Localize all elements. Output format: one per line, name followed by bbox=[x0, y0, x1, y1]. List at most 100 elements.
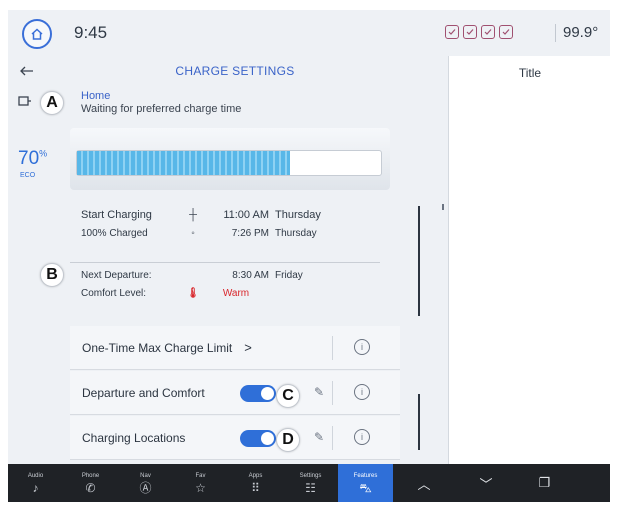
scroll-up-button[interactable]: ︿ bbox=[393, 464, 455, 502]
info-divider bbox=[332, 381, 333, 405]
clock: 9:45 bbox=[74, 23, 108, 42]
status-check-icon bbox=[481, 25, 495, 39]
star-icon: ☆ bbox=[195, 480, 206, 495]
compass-icon: Ⓐ bbox=[139, 480, 152, 495]
screen-toggle-button[interactable]: ❐ bbox=[517, 464, 572, 502]
back-button[interactable] bbox=[20, 63, 34, 81]
nav-audio[interactable]: Audio ♪ bbox=[8, 464, 63, 502]
bottom-nav: Audio ♪ Phone ✆ Nav Ⓐ Fav ☆ Apps ⠿ Setti… bbox=[8, 464, 610, 502]
charge-location: Home Waiting for preferred charge time bbox=[81, 90, 241, 115]
copy-screen-icon: ❐ bbox=[538, 475, 551, 490]
charging-locations-item[interactable]: Charging Locations ✎ i bbox=[70, 416, 400, 460]
edit-pencil-icon[interactable]: ✎ bbox=[314, 385, 324, 399]
scroll-down-button[interactable]: ﹀ bbox=[455, 464, 517, 502]
nav-apps[interactable]: Apps ⠿ bbox=[228, 464, 283, 502]
comfort-level-row: Comfort Level: 🌡︎ Warm bbox=[81, 284, 381, 302]
status-check-icon bbox=[445, 25, 459, 39]
full-charge-label: 100% Charged bbox=[81, 227, 148, 239]
charge-level-bar bbox=[76, 150, 382, 176]
status-icons bbox=[445, 25, 513, 39]
charge-settings-panel: CHARGE SETTINGS Home Waiting for preferr… bbox=[70, 56, 448, 464]
schedule-divider bbox=[70, 262, 380, 263]
departure-comfort-item[interactable]: Departure and Comfort ✎ i bbox=[70, 371, 400, 415]
battery-percentage-value: 70 bbox=[18, 148, 40, 169]
full-charge-row: 100% Charged ◦ 7:26 PM Thursday bbox=[81, 224, 381, 242]
music-note-icon: ♪ bbox=[32, 480, 39, 495]
charge-level-fill bbox=[77, 151, 290, 175]
callout-marker-c: C bbox=[276, 384, 300, 408]
phone-icon: ✆ bbox=[85, 480, 96, 495]
back-arrow-icon bbox=[20, 66, 33, 76]
home-icon bbox=[31, 28, 43, 40]
status-bar: 9:45 99.9° bbox=[8, 10, 610, 56]
charge-status-text: Waiting for preferred charge time bbox=[81, 103, 242, 115]
start-charging-day: Thursday bbox=[275, 209, 321, 221]
charging-locations-label: Charging Locations bbox=[82, 430, 186, 445]
comfort-level-label: Comfort Level: bbox=[81, 287, 147, 299]
right-panel: Title bbox=[448, 56, 610, 464]
scrollbar-segment[interactable] bbox=[418, 206, 420, 316]
nav-fav[interactable]: Fav ☆ bbox=[173, 464, 228, 502]
chevron-down-icon: ﹀ bbox=[479, 476, 493, 492]
info-icon[interactable]: i bbox=[354, 339, 370, 355]
charging-locations-toggle[interactable] bbox=[240, 430, 276, 447]
battery-percentage-unit: % bbox=[39, 148, 48, 159]
nav-phone-label: Phone bbox=[81, 472, 100, 479]
departure-comfort-label: Departure and Comfort bbox=[82, 385, 205, 400]
start-charging-row: Start Charging ┼ 11:00 AM Thursday bbox=[81, 206, 381, 224]
chevron-up-icon: ︿ bbox=[417, 476, 431, 492]
home-button[interactable] bbox=[22, 19, 52, 49]
timeline-tick-icon: ┼ bbox=[189, 209, 197, 221]
panel-handle[interactable] bbox=[442, 204, 444, 210]
start-charging-label: Start Charging bbox=[81, 209, 152, 221]
info-icon[interactable]: i bbox=[354, 429, 370, 445]
nav-features-label: Features bbox=[353, 472, 378, 479]
right-panel-title: Title bbox=[518, 66, 542, 80]
battery-percentage: 70% bbox=[18, 148, 47, 170]
comfort-level-value: Warm bbox=[222, 287, 250, 299]
edit-pencil-icon[interactable]: ✎ bbox=[314, 430, 324, 444]
charge-level-card bbox=[70, 128, 390, 190]
nav-settings[interactable]: Settings ☷ bbox=[283, 464, 338, 502]
departure-comfort-toggle[interactable] bbox=[240, 385, 276, 402]
settings-list: One-Time Max Charge Limit > i Departure … bbox=[70, 326, 400, 461]
nav-apps-label: Apps bbox=[248, 472, 263, 479]
car-icon: ⛍ bbox=[359, 480, 372, 495]
max-charge-limit-label: One-Time Max Charge Limit bbox=[82, 340, 233, 355]
next-departure-time: 8:30 AM bbox=[232, 269, 269, 281]
apps-grid-icon: ⠿ bbox=[251, 480, 260, 495]
status-divider bbox=[555, 24, 556, 42]
charge-schedule: Start Charging ┼ 11:00 AM Thursday 100% … bbox=[81, 206, 381, 242]
nav-fav-label: Fav bbox=[195, 472, 206, 479]
outside-temperature: 99.9° bbox=[563, 24, 599, 41]
page-title: CHARGE SETTINGS bbox=[175, 64, 295, 78]
next-departure-row: Next Departure: 8:30 AM Friday bbox=[81, 266, 381, 284]
full-charge-day: Thursday bbox=[275, 227, 317, 239]
max-charge-limit-item[interactable]: One-Time Max Charge Limit > i bbox=[70, 326, 400, 370]
info-divider bbox=[332, 426, 333, 450]
next-departure-day: Friday bbox=[275, 269, 303, 281]
scrollbar[interactable] bbox=[418, 206, 420, 452]
charge-plug-icon bbox=[18, 94, 32, 112]
nav-audio-label: Audio bbox=[27, 472, 44, 479]
nav-nav[interactable]: Nav Ⓐ bbox=[118, 464, 173, 502]
status-check-icon bbox=[463, 25, 477, 39]
left-strip: 70% ECO bbox=[8, 56, 70, 464]
battery-mode-label: ECO bbox=[20, 172, 36, 179]
info-icon[interactable]: i bbox=[354, 384, 370, 400]
departure-schedule: Next Departure: 8:30 AM Friday Comfort L… bbox=[81, 266, 381, 302]
nav-features[interactable]: Features ⛍ bbox=[338, 464, 393, 502]
nav-phone[interactable]: Phone ✆ bbox=[63, 464, 118, 502]
callout-marker-b: B bbox=[40, 263, 64, 287]
scrollbar-segment[interactable] bbox=[418, 394, 420, 450]
next-departure-label: Next Departure: bbox=[81, 269, 152, 281]
location-name[interactable]: Home bbox=[81, 90, 241, 102]
settings-sliders-icon: ☷ bbox=[305, 480, 316, 495]
nav-settings-label: Settings bbox=[299, 472, 322, 479]
status-check-icon bbox=[499, 25, 513, 39]
chevron-right-icon: > bbox=[244, 340, 252, 355]
timeline-dot-icon: ◦ bbox=[191, 227, 195, 239]
nav-nav-label: Nav bbox=[140, 472, 151, 479]
callout-marker-d: D bbox=[276, 428, 300, 452]
callout-marker-a: A bbox=[40, 91, 64, 115]
